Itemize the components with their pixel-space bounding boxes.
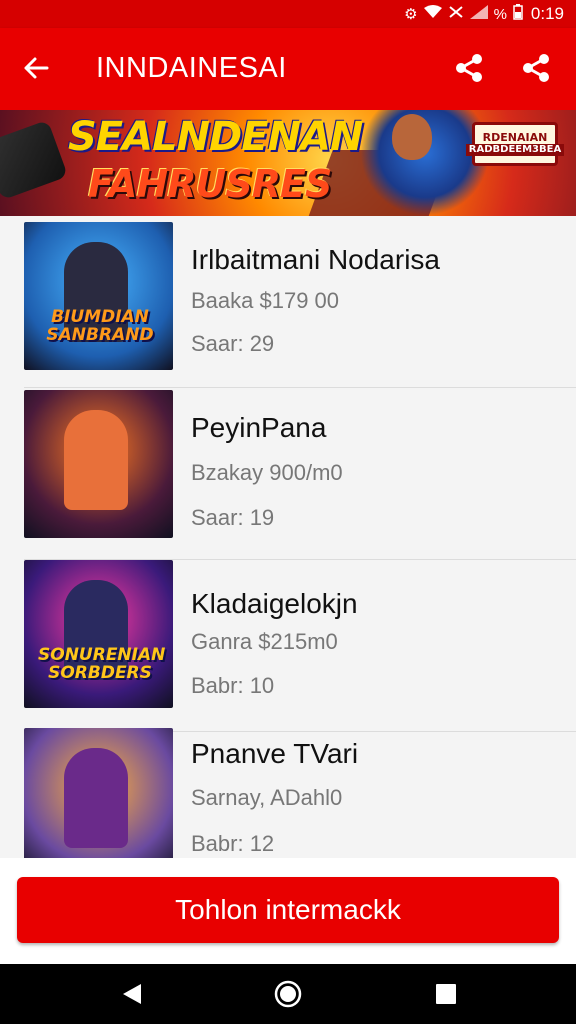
item-title: Pnanve TVari <box>191 738 359 769</box>
list-item[interactable]: BIUMDIAN SANBRAND Irlbaitmani Nodarisa B… <box>24 216 576 388</box>
item-title: Irlbaitmani Nodarisa <box>191 244 440 275</box>
status-icons: ⚙ % <box>404 4 523 24</box>
banner-title-line2: FAHRUSRES <box>88 162 332 206</box>
list-item[interactable]: Pnanve TVari Sarnay, ADahl0 Babr: 12 <box>24 728 576 858</box>
share-icon <box>523 54 549 82</box>
item-title: Kladaigelokjn <box>191 588 358 619</box>
no-signal-icon <box>448 5 464 23</box>
signal-icon <box>469 5 488 23</box>
status-time: 0:19 <box>530 4 564 23</box>
bottom-action-area: Tohlon intermackk <box>0 858 576 964</box>
nav-back-button[interactable] <box>116 978 148 1010</box>
wifi-icon <box>423 5 442 23</box>
banner-badge: RDENAIAN RADBDEEM3BEA <box>465 122 565 166</box>
banner-badge-line1: RDENAIAN <box>482 131 548 144</box>
banner-gadget-image <box>0 119 69 201</box>
thumb-character <box>64 410 128 510</box>
banner-hero-head <box>392 114 432 160</box>
banner-badge-line2: RADBDEEM3BEA <box>465 144 565 156</box>
product-thumbnail: SONURENIAN SORBDERS <box>24 560 173 708</box>
item-stock: Babr: 10 <box>191 673 275 698</box>
share-button-secondary[interactable] <box>516 48 556 88</box>
settings-status-icon: ⚙ <box>404 6 418 23</box>
list-item[interactable]: SONURENIAN SORBDERS Kladaigelokjn Ganra … <box>24 560 576 732</box>
product-thumbnail <box>24 390 173 538</box>
arrow-left-icon <box>24 57 49 79</box>
status-bar: ⚙ % 0:19 <box>0 0 576 28</box>
primary-action-button[interactable]: Tohlon intermackk <box>17 877 559 943</box>
circle-home-icon <box>274 980 302 1008</box>
share-button[interactable] <box>449 48 489 88</box>
product-thumbnail: BIUMDIAN SANBRAND <box>24 222 173 370</box>
item-stock: Saar: 29 <box>191 331 275 356</box>
item-stock: Babr: 12 <box>191 831 275 856</box>
thumb-caption: BIUMDIAN SANBRAND <box>46 307 154 345</box>
item-price: Ganra $215m0 <box>191 629 338 654</box>
nav-recents-button[interactable] <box>430 978 462 1010</box>
back-button[interactable] <box>16 48 56 88</box>
battery-percent: % <box>493 5 507 23</box>
item-price: Sarnay, ADahl0 <box>191 785 343 810</box>
product-list[interactable]: BIUMDIAN SANBRAND Irlbaitmani Nodarisa B… <box>0 216 576 858</box>
item-price: Baaka $179 00 <box>191 288 340 313</box>
list-item[interactable]: PeyinPana Bzakay 900/m0 Saar: 19 <box>24 388 576 560</box>
item-stock: Saar: 19 <box>191 505 275 530</box>
banner-title-line1: SEALNDENAN <box>68 114 363 160</box>
thumb-caption: SONURENIAN SORBDERS <box>38 645 166 683</box>
square-recents-icon <box>436 984 456 1004</box>
nav-home-button[interactable] <box>272 978 304 1010</box>
thumb-character <box>64 748 128 848</box>
share-icon <box>456 54 482 82</box>
product-thumbnail <box>24 728 173 858</box>
page-title: INNDAINESAI <box>96 52 287 84</box>
battery-icon <box>513 4 523 24</box>
system-nav-bar <box>0 964 576 1024</box>
item-title: PeyinPana <box>191 412 327 443</box>
app-bar: INNDAINESAI <box>0 28 576 110</box>
triangle-back-icon <box>123 984 141 1004</box>
item-price: Bzakay 900/m0 <box>191 460 343 485</box>
